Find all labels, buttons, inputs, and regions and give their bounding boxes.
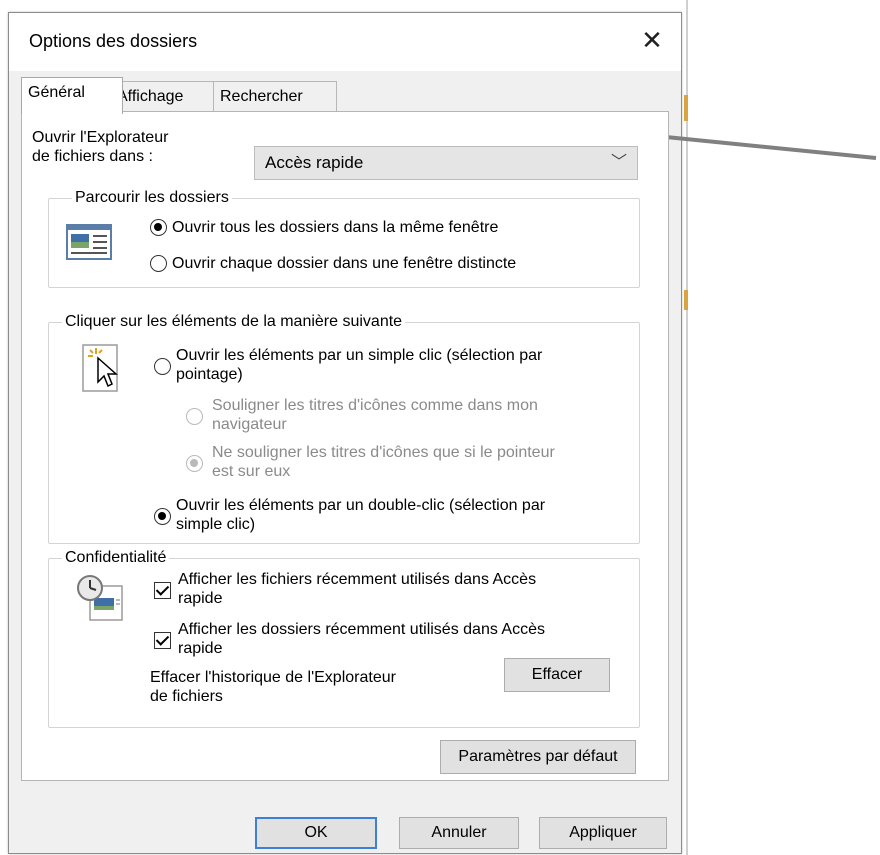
- apply-button[interactable]: Appliquer: [539, 817, 667, 849]
- pointer-click-icon: [82, 344, 118, 392]
- cancel-button[interactable]: Annuler: [399, 817, 519, 849]
- folder-options-dialog: Options des dossiers ✕ Général Affichage…: [8, 12, 682, 854]
- background-window-strip: [684, 290, 688, 310]
- single-click-line2: pointage): [176, 366, 243, 383]
- general-tab-panel: Ouvrir l'Explorateur de fichiers dans : …: [21, 111, 669, 781]
- open-in-dropdown[interactable]: Accès rapide ﹀: [254, 146, 638, 180]
- tab-rechercher[interactable]: Rechercher: [213, 81, 337, 112]
- click-items-title: Cliquer sur les éléments de la manière s…: [62, 312, 406, 331]
- radio-same-window[interactable]: [150, 219, 167, 236]
- privacy-title: Confidentialité: [62, 548, 170, 567]
- underline-like-browser-line1: Souligner les titres d'icônes comme dans…: [212, 397, 538, 414]
- close-icon[interactable]: ✕: [637, 25, 667, 55]
- title-bar: Options des dossiers ✕: [9, 13, 681, 71]
- underline-on-hover-line2: est sur eux: [212, 463, 291, 480]
- radio-single-click[interactable]: [154, 358, 171, 375]
- same-window-label: Ouvrir tous les dossiers dans la même fe…: [172, 219, 499, 236]
- tab-affichage[interactable]: Affichage: [110, 81, 214, 112]
- recent-folders-line1: Afficher les dossiers récemment utilisés…: [178, 621, 545, 638]
- underline-on-hover-line1: Ne souligner les titres d'icônes que si …: [212, 444, 555, 461]
- dialog-title: Options des dossiers: [29, 31, 198, 51]
- underline-like-browser-line2: navigateur: [212, 416, 287, 433]
- chevron-down-icon: ﹀: [610, 154, 627, 171]
- clock-document-icon: [77, 575, 123, 621]
- double-click-line2: simple clic): [176, 516, 256, 533]
- restore-defaults-button[interactable]: Paramètres par défaut: [440, 740, 636, 774]
- recent-folders-line2: rapide: [178, 640, 223, 657]
- clear-history-line1: Effacer l'historique de l'Explorateur: [150, 669, 396, 686]
- recent-files-line2: rapide: [178, 590, 223, 607]
- annotation-arrow: [636, 124, 877, 160]
- ok-button[interactable]: OK: [255, 817, 377, 849]
- open-in-selected-value: Accès rapide: [265, 153, 364, 172]
- checkbox-recent-folders[interactable]: [154, 632, 171, 649]
- radio-double-click[interactable]: [154, 508, 171, 525]
- clear-history-line2: de fichiers: [150, 688, 223, 705]
- clear-history-button[interactable]: Effacer: [504, 658, 610, 692]
- radio-separate-window[interactable]: [150, 255, 167, 272]
- single-click-line1: Ouvrir les éléments par un simple clic (…: [176, 347, 543, 364]
- browse-folders-title: Parcourir les dossiers: [72, 188, 232, 207]
- recent-files-line1: Afficher les fichiers récemment utilisés…: [178, 571, 537, 588]
- radio-underline-on-hover[interactable]: [186, 455, 203, 472]
- tab-general[interactable]: Général: [21, 77, 123, 114]
- open-in-label-line2: de fichiers dans :: [32, 148, 153, 165]
- open-in-label-line1: Ouvrir l'Explorateur: [32, 129, 169, 146]
- folder-window-icon: [66, 224, 112, 260]
- radio-underline-like-browser[interactable]: [186, 408, 203, 425]
- checkbox-recent-files[interactable]: [154, 582, 171, 599]
- double-click-line1: Ouvrir les éléments par un double-clic (…: [176, 497, 546, 514]
- separate-window-label: Ouvrir chaque dossier dans une fenêtre d…: [172, 255, 517, 272]
- browse-folders-group: [48, 198, 640, 288]
